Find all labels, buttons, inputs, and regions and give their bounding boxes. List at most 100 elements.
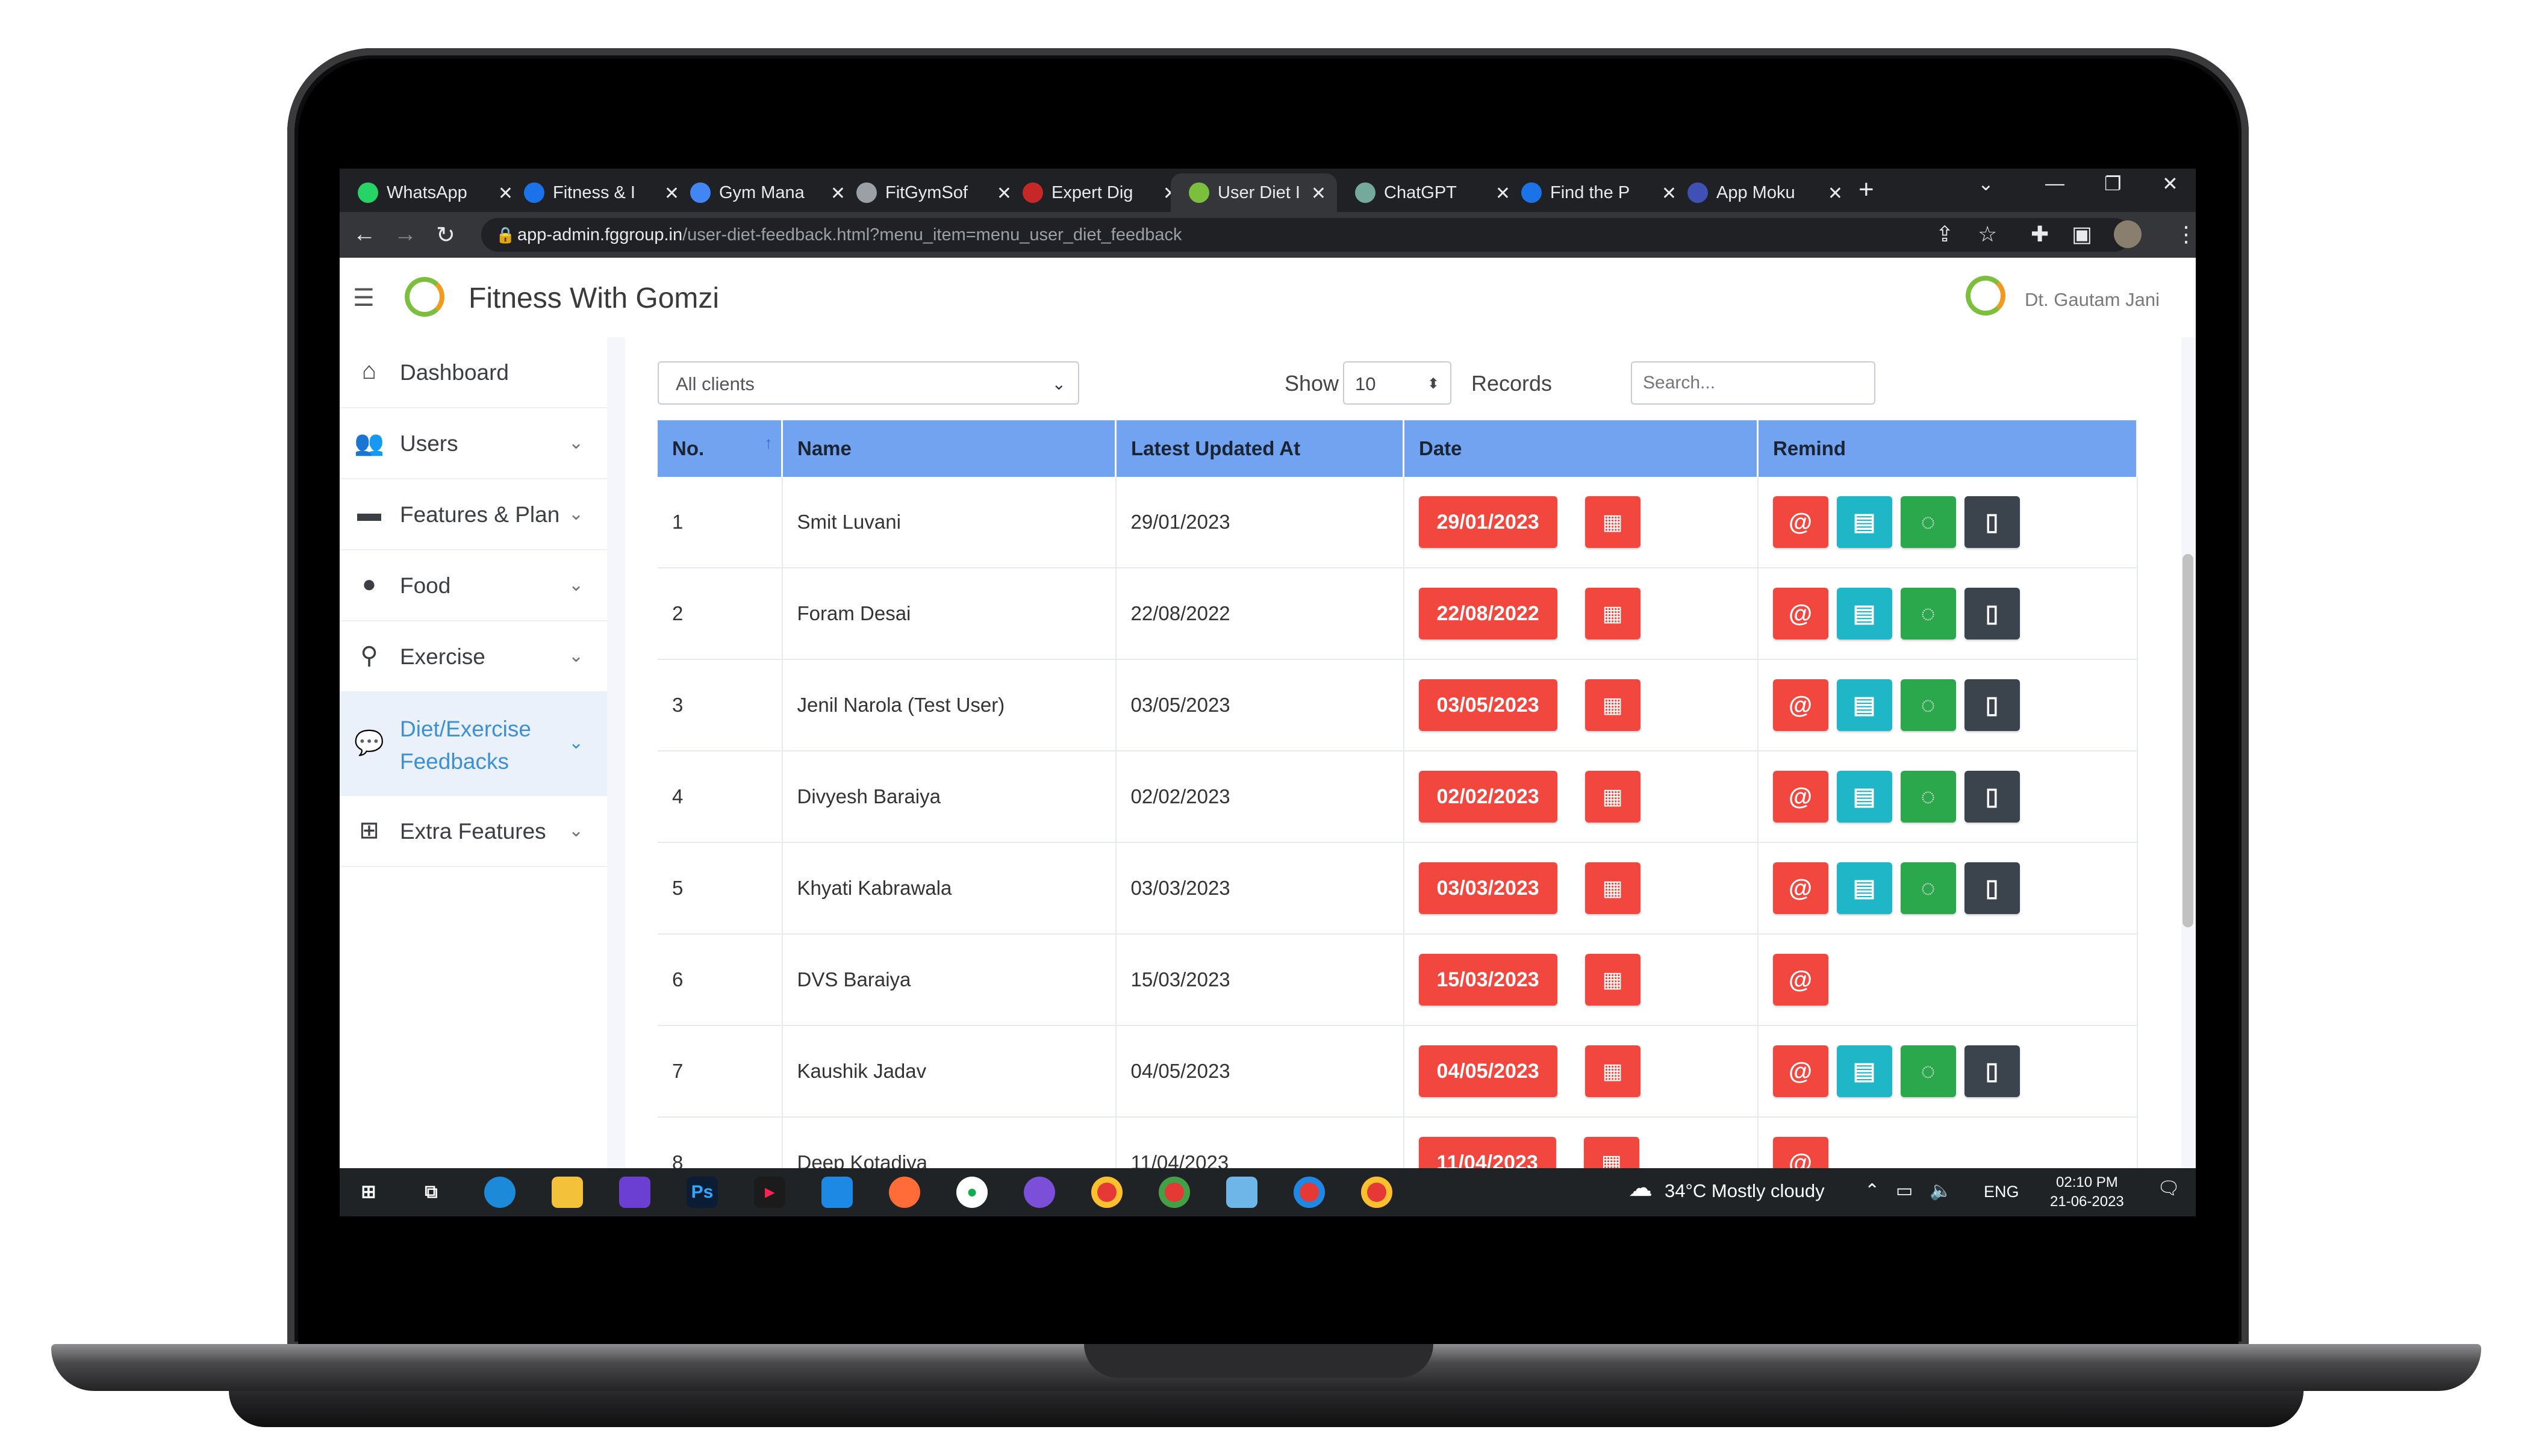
vscode-icon[interactable] [821,1177,853,1208]
whatsapp-remind-button[interactable]: ◌ [1900,771,1956,823]
phone-remind-button[interactable]: ▯ [1964,862,2020,914]
calendar-icon[interactable]: ▦ [1584,771,1640,823]
share-icon[interactable]: ⇪ [1936,222,1954,247]
tab-gym-management[interactable]: Gym Mana ✕ [672,173,856,212]
page-size-select[interactable]: 10 ⬍ [1343,361,1451,405]
sidebar-item-extra-features[interactable]: ⊞ Extra Features ⌄ [340,796,607,867]
calendar-icon[interactable]: ▦ [1584,954,1640,1006]
tab-fitgymsoft[interactable]: FitGymSof ✕ [838,173,1023,212]
date-button[interactable]: 04/05/2023 [1418,1045,1557,1097]
sms-remind-button[interactable]: ▤ [1836,496,1892,548]
chrome-icon[interactable] [1091,1177,1123,1208]
email-remind-button[interactable]: @ [1772,679,1828,731]
github-icon[interactable] [1024,1177,1055,1208]
sidebar-item-exercise[interactable]: ⚲ Exercise ⌄ [340,621,607,692]
client-filter-select[interactable]: All clients ⌄ [658,361,1079,405]
notification-icon[interactable]: 🗨 [2157,1178,2180,1199]
task-view-icon[interactable]: ⧉ [416,1177,447,1208]
tab-app-mokup[interactable]: App Moku ✕ [1669,173,1854,212]
chrome-profile-icon[interactable] [1159,1177,1190,1208]
column-header-no[interactable]: No. ↑ [658,420,783,477]
sms-remind-button[interactable]: ▤ [1836,588,1892,639]
date-button[interactable]: 03/03/2023 [1418,862,1557,914]
weather-text[interactable]: 34°C Mostly cloudy [1665,1180,1825,1202]
chevron-up-icon[interactable]: ⌃ [1865,1180,1880,1201]
sms-remind-button[interactable]: ▤ [1836,862,1892,914]
tab-user-diet[interactable]: User Diet I ✕ [1171,173,1337,212]
photoshop-icon[interactable]: Ps [687,1177,718,1208]
new-tab-button[interactable]: + [1858,175,1874,205]
column-header-remind[interactable]: Remind [1757,420,2138,477]
url-field[interactable]: 🔒 app-admin.fggroup.in/user-diet-feedbac… [481,218,2131,252]
whatsapp-remind-button[interactable]: ◌ [1900,496,1956,548]
forward-arrow-icon[interactable]: → [394,222,417,247]
calendar-icon[interactable]: ▦ [1584,496,1640,548]
sms-remind-button[interactable]: ▤ [1836,679,1892,731]
hamburger-menu-icon[interactable]: ☰ [353,284,375,312]
chrome-profile-icon[interactable] [1294,1177,1325,1208]
column-header-updated[interactable]: Latest Updated At [1115,420,1404,477]
tab-whatsapp[interactable]: WhatsApp ✕ [340,173,524,212]
windows-start-icon[interactable]: ⊞ [353,1177,384,1208]
tab-find-the[interactable]: Find the P ✕ [1503,173,1687,212]
window-close-icon[interactable]: ✕ [2162,172,2178,195]
system-clock[interactable]: 02:10 PM 21-06-2023 [2050,1173,2124,1212]
date-button[interactable]: 02/02/2023 [1418,771,1557,823]
close-icon[interactable]: ✕ [1311,183,1326,204]
tab-expert-digital[interactable]: Expert Dig ✕ [1005,173,1189,212]
sidebar-item-dashboard[interactable]: ⌂ Dashboard [340,337,607,408]
sms-remind-button[interactable]: ▤ [1836,771,1892,823]
sidebar-item-features-plan[interactable]: ▬ Features & Plan ⌄ [340,479,607,550]
sidebar-item-users[interactable]: 👥 Users ⌄ [340,408,607,479]
email-remind-button[interactable]: @ [1772,588,1828,639]
whatsapp-remind-button[interactable]: ◌ [1900,862,1956,914]
side-panel-icon[interactable]: ▣ [2072,222,2092,247]
date-button[interactable]: 15/03/2023 [1418,954,1557,1006]
back-arrow-icon[interactable]: ← [353,222,376,247]
terminal-icon[interactable]: ▸ [754,1177,785,1208]
extensions-icon[interactable]: ✚ [2031,222,2049,247]
tab-search-chevron-icon[interactable]: ⌄ [1978,172,1994,195]
app-icon[interactable] [1226,1177,1257,1208]
language-indicator[interactable]: ENG [1984,1183,2019,1201]
phone-remind-button[interactable]: ▯ [1964,588,2020,639]
date-button[interactable]: 29/01/2023 [1418,496,1557,548]
email-remind-button[interactable]: @ [1772,954,1828,1006]
column-header-date[interactable]: Date [1403,420,1759,477]
edge-icon[interactable] [484,1177,516,1208]
email-remind-button[interactable]: @ [1772,771,1828,823]
phone-remind-button[interactable]: ▯ [1964,771,2020,823]
whatsapp-remind-button[interactable]: ◌ [1900,679,1956,731]
whatsapp-remind-button[interactable]: ◌ [1900,1045,1956,1097]
minimize-icon[interactable]: — [2045,172,2064,194]
chrome-profile-icon[interactable] [1361,1177,1392,1208]
phone-remind-button[interactable]: ▯ [1964,496,2020,548]
email-remind-button[interactable]: @ [1772,862,1828,914]
column-header-name[interactable]: Name [782,420,1117,477]
calendar-icon[interactable]: ▦ [1584,1045,1640,1097]
postman-icon[interactable] [889,1177,920,1208]
search-input[interactable] [1631,361,1875,405]
file-explorer-icon[interactable] [552,1177,583,1208]
tab-fitness[interactable]: Fitness & I ✕ [506,173,690,212]
calendar-icon[interactable]: ▦ [1584,588,1640,639]
mongodb-icon[interactable]: ● [956,1177,988,1208]
user-name[interactable]: Dt. Gautam Jani [2025,289,2160,311]
tab-chatgpt[interactable]: ChatGPT ✕ [1337,173,1521,212]
maximize-icon[interactable]: ❐ [2104,172,2122,195]
date-button[interactable]: 22/08/2022 [1418,588,1557,639]
app-icon[interactable] [619,1177,650,1208]
sidebar-item-food[interactable]: ● Food ⌄ [340,550,607,621]
close-icon[interactable]: ✕ [1828,183,1843,204]
calendar-icon[interactable]: ▦ [1584,679,1640,731]
email-remind-button[interactable]: @ [1772,496,1828,548]
phone-remind-button[interactable]: ▯ [1964,679,2020,731]
whatsapp-remind-button[interactable]: ◌ [1900,588,1956,639]
page-scrollbar[interactable] [2182,554,2193,927]
network-icon[interactable]: ▭ [1896,1180,1913,1201]
kebab-menu-icon[interactable]: ⋮ [2175,222,2196,247]
reload-icon[interactable]: ↻ [436,222,455,249]
email-remind-button[interactable]: @ [1772,1045,1828,1097]
phone-remind-button[interactable]: ▯ [1964,1045,2020,1097]
sidebar-item-feedbacks[interactable]: 💬 Diet/Exercise Feedbacks ⌄ [340,692,607,796]
